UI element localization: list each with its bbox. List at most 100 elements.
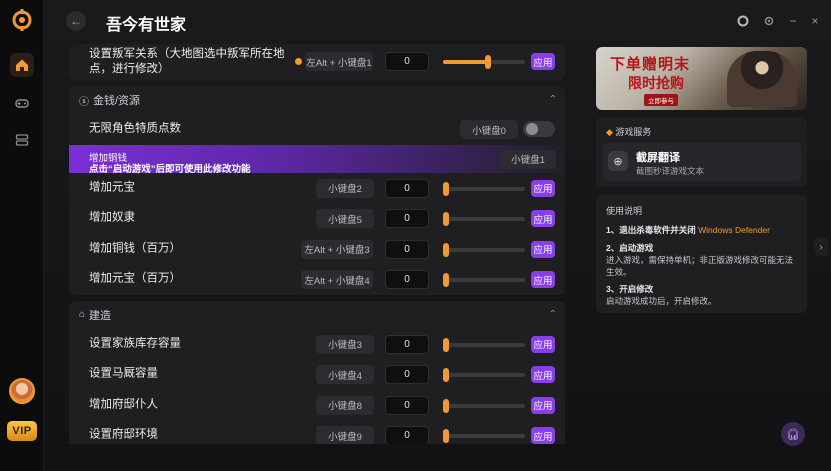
value-input[interactable]: 0	[385, 239, 429, 259]
slider-handle[interactable]	[443, 181, 449, 196]
nav-games-button[interactable]	[10, 91, 34, 115]
value-input[interactable]: 0	[385, 209, 429, 228]
value-input[interactable]: 0	[385, 365, 429, 384]
value-slider[interactable]	[443, 398, 525, 413]
value-input[interactable]: 0	[385, 52, 429, 71]
value-slider[interactable]	[443, 337, 525, 352]
apply-button[interactable]: 应用	[531, 427, 555, 444]
feature-toggle[interactable]	[523, 121, 555, 137]
arrow-left-icon: ←	[70, 14, 82, 28]
apply-button[interactable]: 应用	[531, 396, 555, 414]
table-row: 增加奴隶 小键盘5 0 应用	[69, 203, 565, 234]
user-avatar[interactable]	[9, 378, 35, 404]
hotkey-badge[interactable]: 小键盘9	[316, 426, 374, 444]
guide-step-2: 2、启动游戏 进入游戏，需保持单机；非正版游戏修改可能无法生效。	[606, 242, 801, 278]
section-header[interactable]: ⓢ 金钱/资源 ⌃	[69, 86, 565, 114]
value-input[interactable]: 0	[385, 270, 429, 289]
headset-icon: 🎧︎	[786, 428, 800, 441]
gamepad-icon	[15, 99, 29, 108]
settings-button[interactable]	[761, 13, 777, 29]
value-input[interactable]: 0	[385, 178, 429, 198]
close-button[interactable]: ×	[807, 13, 823, 29]
row-toggle: 无限角色特质点数 小键盘0	[69, 114, 565, 145]
app-logo-icon[interactable]	[11, 9, 33, 31]
hotkey-badge[interactable]: 小键盘4	[316, 365, 374, 384]
nav-home-button[interactable]	[10, 53, 34, 77]
chevron-up-icon[interactable]: ⌃	[549, 94, 557, 105]
storage-icon	[15, 134, 29, 146]
section-money: ⓢ 金钱/资源 ⌃ 无限角色特质点数 小键盘0 增加铜钱 点击“启动游戏”后即可…	[69, 86, 565, 295]
value-input[interactable]: 0	[385, 426, 429, 444]
banner-cta[interactable]: 立即参与	[644, 94, 678, 106]
slider-handle[interactable]	[443, 212, 449, 226]
service-desc: 截图秒译游戏文本	[636, 166, 705, 176]
hotkey-badge[interactable]: 小键盘1	[500, 149, 556, 169]
slider-handle[interactable]	[443, 398, 449, 413]
table-row: 增加元宝 小键盘2 0 应用	[69, 173, 565, 204]
apply-button[interactable]: 应用	[531, 335, 555, 353]
nav-storage-button[interactable]	[10, 128, 34, 152]
download-icon: ⊕	[608, 151, 628, 171]
hotkey-badge[interactable]: 小键盘0	[460, 120, 518, 139]
usage-guide-panel: 使用说明 1、退出杀毒软件并关闭 Windows Defender 2、启动游戏…	[596, 195, 807, 313]
row-label: 设置马厩容量	[89, 367, 158, 380]
slider-handle[interactable]	[443, 337, 449, 352]
row-label: 设置家族库存容量	[89, 337, 181, 350]
status-dot	[295, 58, 302, 65]
apply-button[interactable]: 应用	[531, 179, 555, 197]
apply-button[interactable]: 应用	[531, 240, 555, 258]
apply-button[interactable]: 应用	[531, 366, 555, 383]
vip-badge[interactable]: VIP	[7, 421, 37, 441]
hotkey-badge[interactable]: 左Alt + 小键盘4	[301, 270, 373, 289]
hotkey-badge[interactable]: 小键盘3	[316, 334, 374, 354]
table-row: 设置府邸环境 小键盘9 0 应用	[69, 420, 565, 444]
slider-handle[interactable]	[443, 368, 449, 382]
circle-icon	[737, 15, 749, 27]
row-label: 设置府邸环境	[89, 428, 158, 441]
gear-icon	[764, 16, 774, 26]
minus-icon: −	[789, 14, 797, 28]
slider-handle[interactable]	[443, 429, 449, 443]
apply-button[interactable]: 应用	[531, 210, 555, 227]
value-slider[interactable]	[443, 368, 525, 382]
apply-button[interactable]: 应用	[531, 53, 555, 70]
support-button[interactable]: 🎧︎	[781, 422, 805, 446]
value-slider[interactable]	[443, 242, 525, 257]
theme-button[interactable]	[735, 13, 751, 29]
chevron-up-icon[interactable]: ⌃	[549, 309, 557, 320]
value-slider[interactable]	[443, 273, 525, 287]
row-label: 设置叛军关系（大地图选中叛军所在地点，进行修改）	[89, 48, 285, 75]
expand-panel-button[interactable]: ›	[814, 238, 828, 256]
value-slider[interactable]	[443, 181, 525, 196]
promo-banner[interactable]: 下单赠明末 限时抢购 立即参与	[596, 47, 807, 110]
service-card-screen-translate[interactable]: ⊕ 截屏翻译 截图秒译游戏文本	[602, 143, 801, 181]
panel-title: 使用说明	[606, 206, 643, 216]
defender-link[interactable]: Windows Defender	[698, 225, 770, 235]
value-input[interactable]: 0	[385, 395, 429, 415]
table-row: 设置马厩容量 小键盘4 0 应用	[69, 359, 565, 390]
step-title: 2、启动游戏	[606, 243, 654, 253]
back-button[interactable]: ←	[66, 11, 86, 31]
top-bar: ← 吾今有世家 − ×	[44, 0, 831, 42]
value-slider[interactable]	[443, 212, 525, 226]
app-window: VIP ← 吾今有世家 − × 设置叛军关系（大地图选中叛军所在地点，进行修改）…	[0, 0, 831, 471]
box-icon: ◆	[606, 127, 616, 137]
apply-button[interactable]: 应用	[531, 271, 555, 288]
value-slider[interactable]	[443, 55, 525, 69]
slider-handle[interactable]	[443, 273, 449, 287]
value-slider[interactable]	[443, 429, 525, 443]
hotkey-badge[interactable]: 左Alt + 小键盘3	[301, 239, 373, 259]
banner-subheadline: 限时抢购	[628, 76, 684, 92]
hotkey-badge[interactable]: 小键盘5	[316, 209, 374, 228]
banner-character-image	[727, 51, 797, 107]
panel-title: 游戏服务	[615, 127, 652, 137]
hotkey-badge[interactable]: 小键盘2	[316, 178, 374, 198]
cheat-list[interactable]: 设置叛军关系（大地图选中叛军所在地点，进行修改） 左Alt + 小键盘1 0 应…	[69, 44, 565, 444]
value-input[interactable]: 0	[385, 334, 429, 354]
hotkey-badge[interactable]: 小键盘8	[316, 395, 374, 415]
slider-handle[interactable]	[443, 242, 449, 257]
hotkey-badge[interactable]: 左Alt + 小键盘1	[305, 52, 373, 71]
minimize-button[interactable]: −	[785, 13, 801, 29]
slider-handle[interactable]	[485, 55, 492, 69]
section-header[interactable]: ⌂ 建造 ⌃	[69, 301, 565, 329]
